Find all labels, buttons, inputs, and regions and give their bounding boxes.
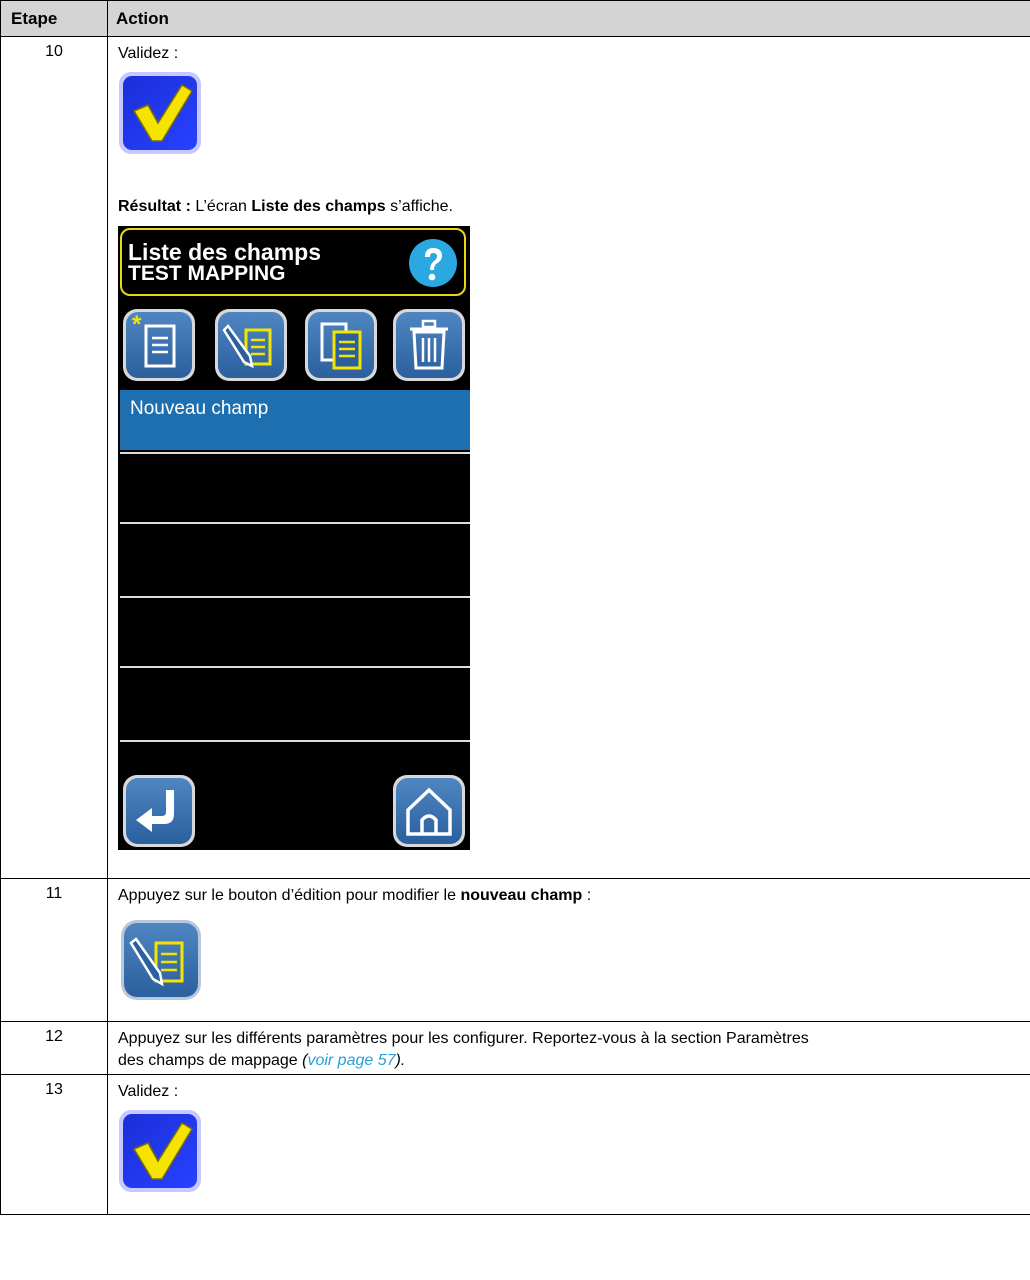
help-icon[interactable] xyxy=(408,238,458,288)
step-number: 11 xyxy=(0,878,108,1022)
screen-subtitle: TEST MAPPING xyxy=(128,262,286,285)
header-step: Etape xyxy=(0,0,108,37)
step-action: Appuyez sur les différents paramètres po… xyxy=(107,1021,1030,1075)
copy-field-icon[interactable] xyxy=(304,308,378,382)
list-item[interactable] xyxy=(120,596,470,664)
step-text-line2: des champs de mappage (voir page 57). xyxy=(118,1052,406,1069)
step-number: 12 xyxy=(0,1021,108,1075)
table-row: 10 Validez : Résultat : L’écran Liste de… xyxy=(0,36,1030,879)
field-list-screen: Liste des champs TEST MAPPING * Nouveau … xyxy=(118,226,470,850)
step-action: Appuyez sur le bouton d’édition pour mod… xyxy=(107,878,1030,1022)
list-item[interactable] xyxy=(120,522,470,590)
back-icon[interactable] xyxy=(122,774,196,848)
table-row: 12 Appuyez sur les différents paramètres… xyxy=(0,1021,1030,1075)
step-action: Validez : Résultat : L’écran Liste des c… xyxy=(107,36,1030,879)
screen-header: Liste des champs TEST MAPPING xyxy=(120,228,466,296)
list-item[interactable] xyxy=(120,452,470,520)
step-number: 13 xyxy=(0,1074,108,1215)
list-item[interactable] xyxy=(120,666,470,734)
screen-title: Liste des champs xyxy=(128,239,322,265)
result-text: Résultat : L’écran Liste des champs s’af… xyxy=(118,198,453,215)
steps-table: Etape Action 10 Validez : Résultat : L’é… xyxy=(0,0,1030,1215)
step-text: Validez : xyxy=(118,1083,179,1100)
header-action: Action xyxy=(107,0,1030,37)
edit-field-icon[interactable] xyxy=(214,308,288,382)
svg-text:*: * xyxy=(132,311,142,338)
home-icon[interactable] xyxy=(392,774,466,848)
list-item-selected[interactable]: Nouveau champ xyxy=(120,390,470,450)
validate-check-icon[interactable] xyxy=(118,71,202,155)
table-header-row: Etape Action xyxy=(0,0,1030,37)
screen-footer xyxy=(120,740,470,852)
delete-field-icon[interactable] xyxy=(392,308,466,382)
step-text: Appuyez sur le bouton d’édition pour mod… xyxy=(118,887,592,904)
table-row: 13 Validez : xyxy=(0,1074,1030,1215)
page-link[interactable]: voir page 57 xyxy=(307,1052,395,1069)
edit-field-icon[interactable] xyxy=(120,919,202,1001)
step-number: 10 xyxy=(0,36,108,879)
validate-check-icon[interactable] xyxy=(118,1109,202,1193)
new-field-icon[interactable]: * xyxy=(122,308,196,382)
list-item-label: Nouveau champ xyxy=(130,398,269,419)
step-text: Validez : xyxy=(118,45,179,62)
table-row: 11 Appuyez sur le bouton d’édition pour … xyxy=(0,878,1030,1022)
step-text-line1: Appuyez sur les différents paramètres po… xyxy=(118,1030,809,1047)
step-action: Validez : xyxy=(107,1074,1030,1215)
